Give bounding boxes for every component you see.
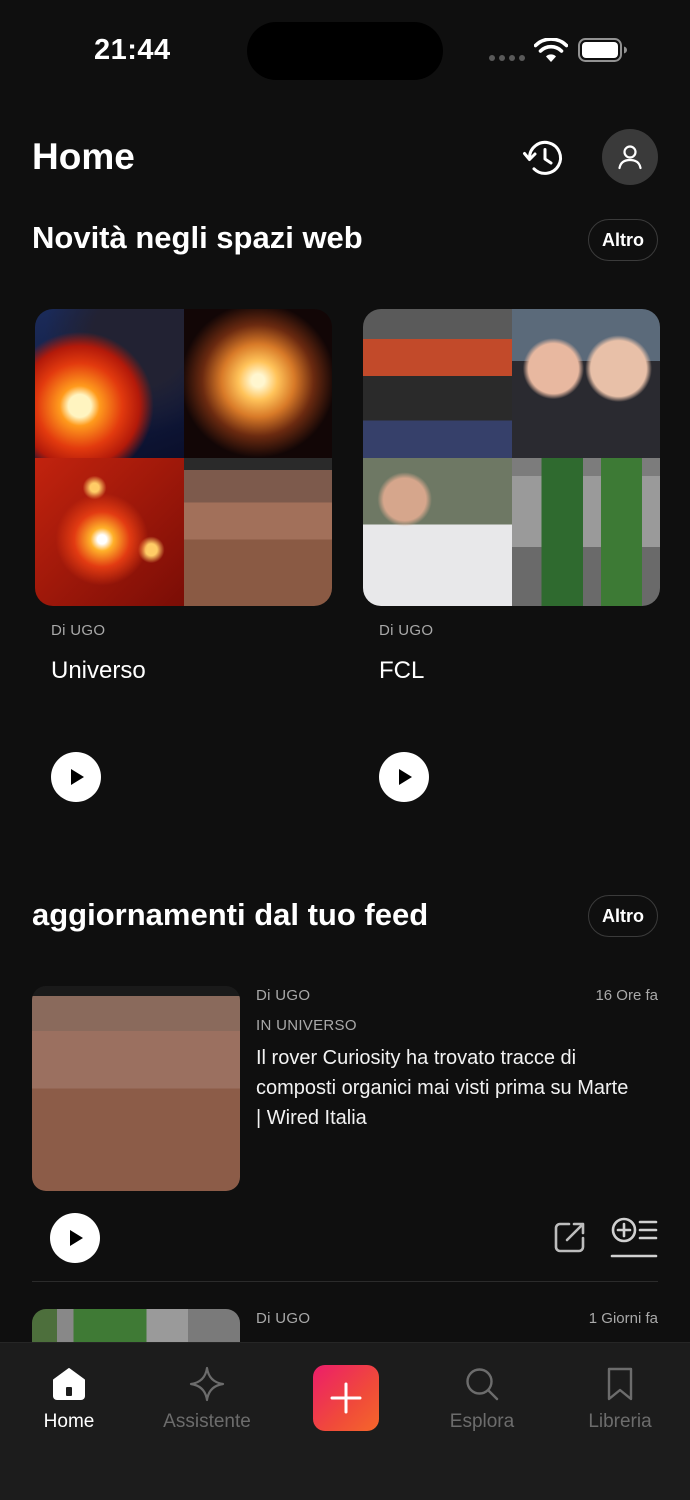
feed-item-headline[interactable]: Il rover Curiosity ha trovato tracce di … [256, 1043, 636, 1133]
feed-item[interactable]: Di UGO 16 Ore fa IN UNIVERSO Il rover Cu… [32, 986, 658, 1266]
play-button[interactable] [379, 752, 429, 802]
feed-section-title: aggiornamenti dal tuo feed [32, 897, 429, 932]
mars-landscape-image [183, 457, 332, 606]
star-glow-image [183, 309, 332, 458]
search-icon [466, 1368, 499, 1401]
profile-button[interactable] [602, 129, 658, 185]
feed-item-space: IN UNIVERSO [256, 1017, 357, 1034]
spaces-more-button[interactable]: Altro [588, 219, 658, 261]
create-button[interactable] [313, 1365, 379, 1431]
spaces-section-title: Novità negli spazi web [32, 220, 363, 255]
home-icon [53, 1368, 85, 1400]
plus-icon [330, 1382, 362, 1414]
header: Home [32, 128, 658, 188]
nav-item-assistente[interactable]: Assistente [147, 1365, 267, 1433]
feed-item-time: 1 Giorni fa [588, 1310, 658, 1327]
players-selfie-image [511, 309, 660, 458]
planet-core-image [35, 309, 184, 458]
man-celebrating-image [363, 457, 512, 606]
play-icon [70, 1230, 83, 1246]
space-card-collage [35, 309, 332, 606]
page-title: Home [32, 136, 135, 177]
nav-item-label: Assistente [163, 1411, 251, 1432]
nav-item-esplora[interactable]: Esplora [422, 1365, 542, 1433]
sparkle-icon [189, 1366, 225, 1402]
battery-icon [578, 38, 627, 62]
binary-galaxy-image [35, 457, 184, 606]
space-card-author: Di UGO [51, 622, 106, 639]
space-card-universo[interactable]: Di UGO Universo [35, 309, 332, 802]
share-icon[interactable] [552, 1219, 588, 1255]
play-icon [399, 769, 412, 785]
space-card-title: Universo [51, 657, 146, 684]
status-bar: 21:44 [0, 0, 690, 100]
space-card-collage [363, 309, 660, 606]
user-icon [618, 145, 642, 170]
wifi-icon [534, 38, 568, 62]
status-time: 21:44 [94, 34, 171, 66]
bottom-nav: Home Assistente Esplora Libreria [0, 1342, 690, 1500]
bookmark-icon [607, 1367, 633, 1401]
feed-item-author: Di UGO [256, 987, 311, 1004]
space-card-fcl[interactable]: Di UGO FCL [363, 309, 660, 802]
feed-item-author: Di UGO [256, 1310, 311, 1327]
feed-more-button[interactable]: Altro [588, 895, 658, 937]
play-icon [71, 769, 84, 785]
nav-item-libreria[interactable]: Libreria [560, 1365, 680, 1433]
stadium-aerial-image [511, 457, 660, 606]
nav-item-label: Home [43, 1411, 95, 1432]
play-button[interactable] [51, 752, 101, 802]
cellular-signal-icon [489, 55, 525, 61]
history-button[interactable] [518, 132, 570, 184]
nav-item-home[interactable]: Home [9, 1365, 129, 1433]
feed-item-time: 16 Ore fa [595, 987, 658, 1004]
dynamic-island [247, 22, 443, 80]
feed-divider [32, 1281, 658, 1282]
play-button[interactable] [50, 1213, 100, 1263]
nav-item-label: Libreria [588, 1411, 652, 1432]
space-card-author: Di UGO [379, 622, 434, 639]
space-card-title: FCL [379, 657, 425, 684]
history-icon [523, 140, 562, 175]
feed-thumbnail-mars [32, 986, 240, 1191]
nav-item-label: Esplora [449, 1411, 515, 1432]
add-to-queue-icon[interactable] [610, 1216, 658, 1260]
coach-celebrating-image [363, 309, 512, 458]
